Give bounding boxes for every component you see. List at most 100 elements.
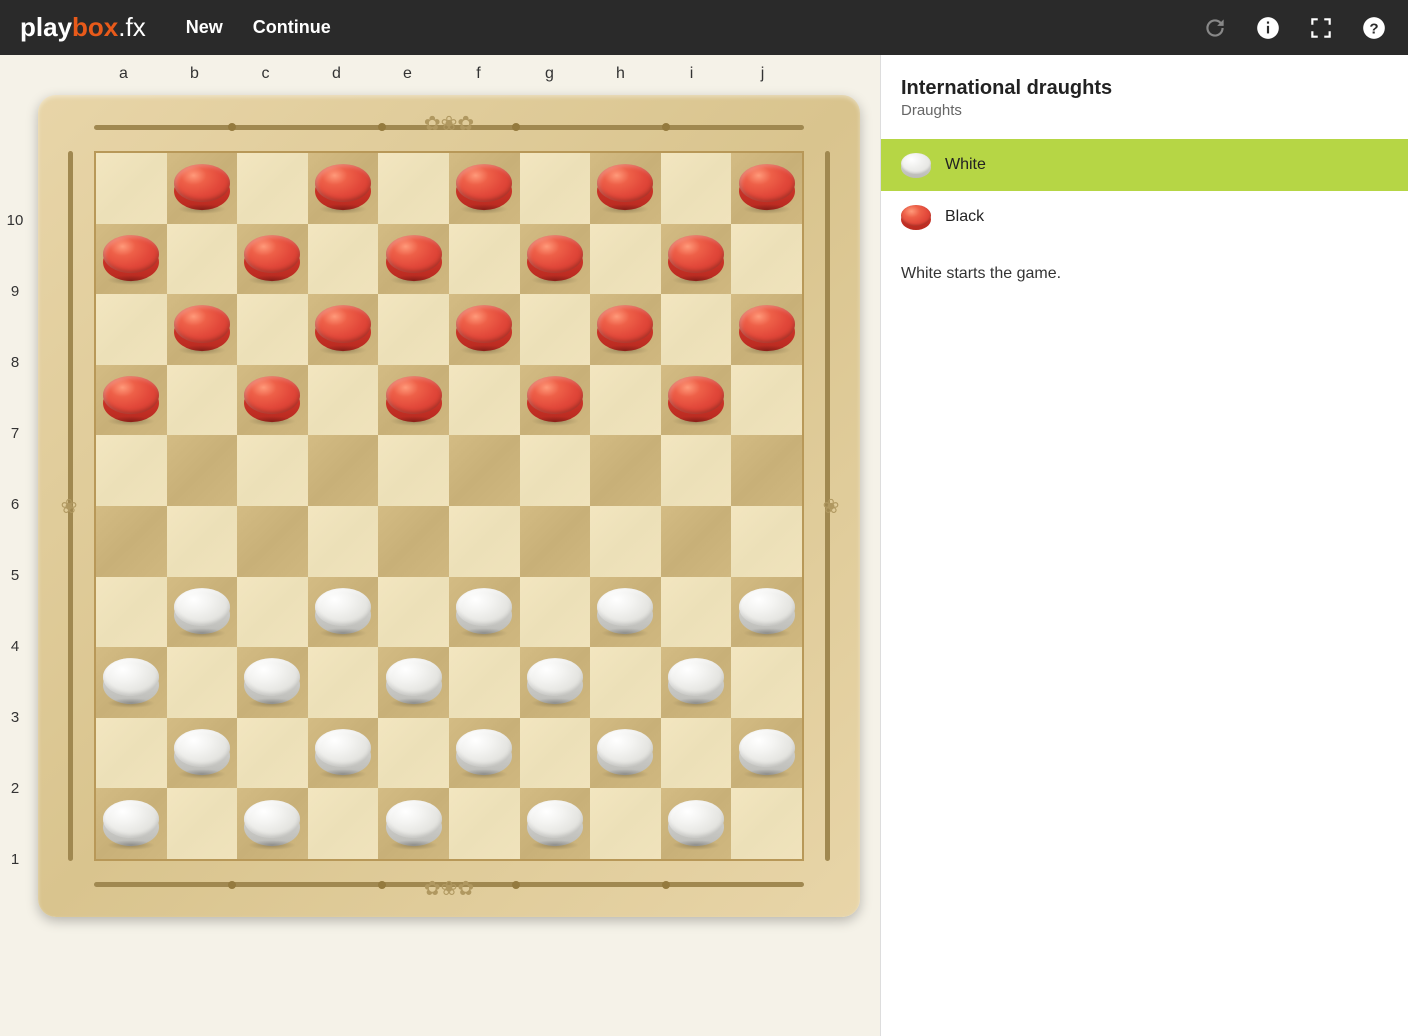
square-f1[interactable] [449, 788, 520, 859]
square-b10[interactable] [167, 153, 238, 224]
white-piece[interactable] [668, 800, 724, 846]
square-c9[interactable] [237, 224, 308, 295]
square-g1[interactable] [520, 788, 591, 859]
nav-new[interactable]: New [186, 17, 223, 38]
square-i10[interactable] [661, 153, 732, 224]
player-white[interactable]: White [881, 139, 1408, 191]
square-h1[interactable] [590, 788, 661, 859]
square-f3[interactable] [449, 647, 520, 718]
refresh-icon[interactable] [1201, 14, 1229, 42]
square-c4[interactable] [237, 577, 308, 648]
square-g2[interactable] [520, 718, 591, 789]
square-j4[interactable] [731, 577, 802, 648]
red-piece[interactable] [668, 235, 724, 281]
player-black[interactable]: Black [881, 191, 1408, 243]
square-j2[interactable] [731, 718, 802, 789]
square-h7[interactable] [590, 365, 661, 436]
square-e2[interactable] [378, 718, 449, 789]
red-piece[interactable] [103, 376, 159, 422]
white-piece[interactable] [386, 659, 442, 705]
square-g5[interactable] [520, 506, 591, 577]
white-piece[interactable] [739, 729, 795, 775]
square-a1[interactable] [96, 788, 167, 859]
square-h10[interactable] [590, 153, 661, 224]
square-c5[interactable] [237, 506, 308, 577]
square-b2[interactable] [167, 718, 238, 789]
square-a2[interactable] [96, 718, 167, 789]
red-piece[interactable] [174, 306, 230, 352]
square-g6[interactable] [520, 435, 591, 506]
square-g3[interactable] [520, 647, 591, 718]
red-piece[interactable] [527, 376, 583, 422]
square-j1[interactable] [731, 788, 802, 859]
square-d6[interactable] [308, 435, 379, 506]
white-piece[interactable] [668, 659, 724, 705]
board-grid[interactable] [94, 151, 804, 861]
white-piece[interactable] [244, 659, 300, 705]
square-e8[interactable] [378, 294, 449, 365]
square-d9[interactable] [308, 224, 379, 295]
white-piece[interactable] [527, 800, 583, 846]
nav-continue[interactable]: Continue [253, 17, 331, 38]
square-e10[interactable] [378, 153, 449, 224]
square-a8[interactable] [96, 294, 167, 365]
white-piece[interactable] [174, 588, 230, 634]
red-piece[interactable] [386, 235, 442, 281]
square-f10[interactable] [449, 153, 520, 224]
square-h9[interactable] [590, 224, 661, 295]
square-d4[interactable] [308, 577, 379, 648]
square-g9[interactable] [520, 224, 591, 295]
square-a6[interactable] [96, 435, 167, 506]
square-e3[interactable] [378, 647, 449, 718]
square-j3[interactable] [731, 647, 802, 718]
red-piece[interactable] [597, 164, 653, 210]
square-i2[interactable] [661, 718, 732, 789]
square-h3[interactable] [590, 647, 661, 718]
white-piece[interactable] [244, 800, 300, 846]
white-piece[interactable] [456, 729, 512, 775]
square-i1[interactable] [661, 788, 732, 859]
red-piece[interactable] [739, 306, 795, 352]
square-j7[interactable] [731, 365, 802, 436]
red-piece[interactable] [315, 164, 371, 210]
square-h2[interactable] [590, 718, 661, 789]
white-piece[interactable] [739, 588, 795, 634]
square-b1[interactable] [167, 788, 238, 859]
square-f7[interactable] [449, 365, 520, 436]
square-c3[interactable] [237, 647, 308, 718]
red-piece[interactable] [174, 164, 230, 210]
square-b6[interactable] [167, 435, 238, 506]
white-piece[interactable] [103, 659, 159, 705]
square-b4[interactable] [167, 577, 238, 648]
square-j5[interactable] [731, 506, 802, 577]
square-d8[interactable] [308, 294, 379, 365]
red-piece[interactable] [597, 306, 653, 352]
white-piece[interactable] [103, 800, 159, 846]
red-piece[interactable] [386, 376, 442, 422]
white-piece[interactable] [597, 588, 653, 634]
square-a7[interactable] [96, 365, 167, 436]
square-h8[interactable] [590, 294, 661, 365]
square-a10[interactable] [96, 153, 167, 224]
square-e6[interactable] [378, 435, 449, 506]
square-b9[interactable] [167, 224, 238, 295]
red-piece[interactable] [456, 164, 512, 210]
square-j9[interactable] [731, 224, 802, 295]
square-a5[interactable] [96, 506, 167, 577]
red-piece[interactable] [739, 164, 795, 210]
square-d10[interactable] [308, 153, 379, 224]
square-i9[interactable] [661, 224, 732, 295]
square-c10[interactable] [237, 153, 308, 224]
square-d5[interactable] [308, 506, 379, 577]
white-piece[interactable] [386, 800, 442, 846]
square-f2[interactable] [449, 718, 520, 789]
info-icon[interactable] [1254, 14, 1282, 42]
square-e4[interactable] [378, 577, 449, 648]
square-c7[interactable] [237, 365, 308, 436]
square-c6[interactable] [237, 435, 308, 506]
square-j6[interactable] [731, 435, 802, 506]
square-b5[interactable] [167, 506, 238, 577]
white-piece[interactable] [315, 729, 371, 775]
square-f5[interactable] [449, 506, 520, 577]
logo[interactable]: playbox.fx [20, 12, 146, 43]
